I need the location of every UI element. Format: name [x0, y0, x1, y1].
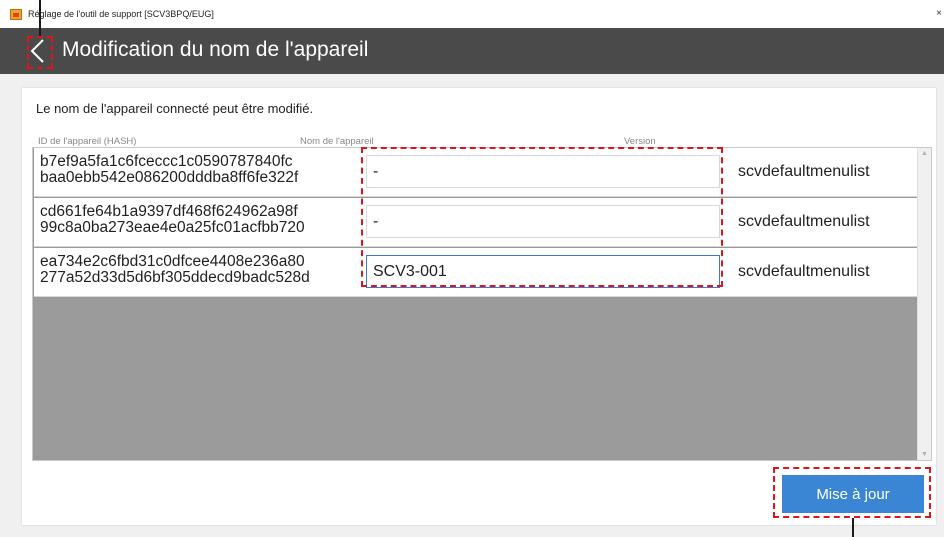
column-header-version: Version — [624, 136, 656, 147]
table-scrollbar[interactable]: ▲ ▼ — [917, 148, 931, 460]
back-button[interactable] — [26, 37, 50, 65]
device-version: scvdefaultmenulist — [738, 163, 870, 180]
window-titlebar: Réglage de l'outil de support [SCV3BPQ/E… — [0, 0, 944, 28]
table-row: b7ef9a5fa1c6fceccc1c0590787840fc baa0ebb… — [34, 148, 918, 197]
page-header: Modification du nom de l'appareil — [0, 28, 944, 74]
window-title: Réglage de l'outil de support [SCV3BPQ/E… — [28, 9, 214, 19]
device-name-input[interactable]: - — [366, 205, 720, 238]
column-header-name: Nom de l'appareil — [300, 136, 374, 147]
chevron-left-icon — [30, 39, 44, 63]
device-version: scvdefaultmenulist — [738, 213, 870, 230]
table-row: cd661fe64b1a9397df468f624962a98f 99c8a0b… — [34, 198, 918, 247]
scroll-down-icon[interactable]: ▼ — [921, 451, 928, 458]
device-table: b7ef9a5fa1c6fceccc1c0590787840fc baa0ebb… — [32, 147, 932, 461]
hash-line: 99c8a0ba273eae4e0a25fc01acfbb720 — [40, 219, 305, 236]
leader-line — [39, 0, 41, 36]
page-title: Modification du nom de l'appareil — [62, 38, 369, 61]
leader-line — [852, 518, 854, 537]
hash-line: cd661fe64b1a9397df468f624962a98f — [40, 203, 298, 220]
hash-line: 277a52d33d5d6bf305ddecd9badc528d — [40, 269, 310, 286]
hash-line: baa0ebb542e086200dddba8ff6fe322f — [40, 169, 299, 186]
app-icon — [10, 9, 22, 20]
hash-line: b7ef9a5fa1c6fceccc1c0590787840fc — [40, 153, 293, 170]
device-name-input[interactable]: SCV3-001 — [366, 255, 720, 288]
device-hash: b7ef9a5fa1c6fceccc1c0590787840fc baa0ebb… — [40, 154, 298, 186]
device-name-input[interactable]: - — [366, 155, 720, 188]
table-row: ea734e2c6fbd31c0dfcee4408e236a80 277a52d… — [34, 248, 918, 297]
device-hash: ea734e2c6fbd31c0dfcee4408e236a80 277a52d… — [40, 254, 310, 286]
update-button[interactable]: Mise à jour — [782, 475, 924, 513]
hash-line: ea734e2c6fbd31c0dfcee4408e236a80 — [40, 253, 305, 270]
scroll-up-icon[interactable]: ▲ — [921, 150, 928, 157]
close-icon[interactable]: × — [936, 8, 942, 19]
column-header-hash: ID de l'appareil (HASH) — [38, 136, 137, 147]
device-hash: cd661fe64b1a9397df468f624962a98f 99c8a0b… — [40, 204, 305, 236]
instruction-text: Le nom de l'appareil connecté peut être … — [36, 101, 314, 116]
device-version: scvdefaultmenulist — [738, 263, 870, 280]
